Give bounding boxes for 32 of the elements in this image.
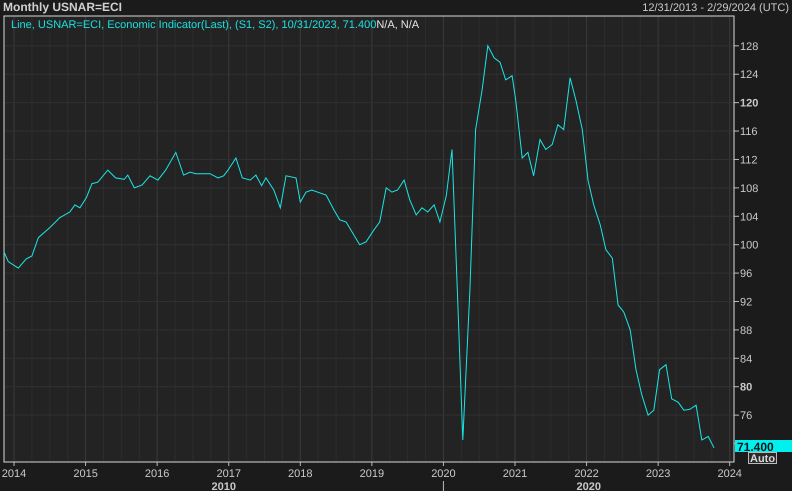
x-axis-label: 2021 [502,468,528,480]
chart-title: Monthly USNAR=ECI [3,0,122,14]
y-axis-label: 96 [740,268,752,280]
y-axis-label: 104 [740,211,758,224]
x-axis-label: 2016 [144,468,170,480]
y-axis-label: 120 [740,98,758,110]
x-axis-label: 2022 [574,468,599,480]
y-axis-label: 84 [740,353,752,366]
y-axis-label: 92 [740,296,752,308]
x-axis-label: 2019 [360,468,384,480]
x-axis-label: 2018 [288,468,313,480]
x-axis-label: 2023 [646,468,670,480]
decade-label: 2010 [211,481,236,491]
x-axis-label: 2017 [216,468,241,480]
y-axis-label: 124 [740,69,758,82]
y-axis-label: 128 [740,40,758,53]
price-tag: 71.400 [735,440,792,454]
y-axis-label: 112 [740,154,758,166]
x-axis-label: 2020 [431,468,456,480]
y-axis-label: 108 [740,182,758,195]
y-axis-label: 88 [740,324,752,337]
y-axis-label: 76 [740,410,752,422]
date-range: 12/31/2013 - 2/29/2024 (UTC) [642,2,789,14]
auto-scale-button[interactable]: Auto [748,452,777,465]
legend-text: Line, USNAR=ECI, Economic Indicator(Last), (S1, S2), 10/31/2023, 71.400N/A, N/A [11,19,420,31]
x-axis-label: 2024 [717,468,742,480]
y-axis-label: 116 [740,126,758,138]
y-axis-label: 100 [740,240,758,252]
y-axis-label: 80 [740,382,752,394]
x-axis-label: 2015 [73,468,98,480]
decade-label: 2020 [576,481,601,491]
x-axis-label: 2014 [2,468,26,480]
